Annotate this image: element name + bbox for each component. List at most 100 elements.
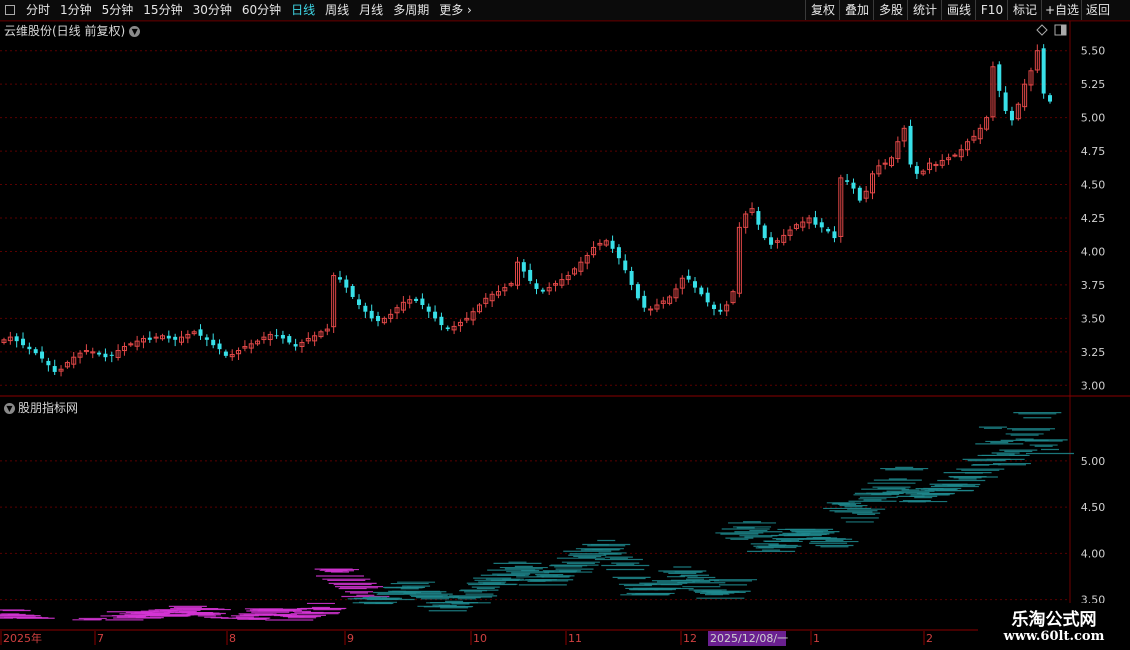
candle[interactable] (756, 206, 761, 230)
candle[interactable] (495, 285, 501, 299)
candle[interactable] (236, 347, 242, 361)
candle[interactable] (147, 331, 152, 343)
candle[interactable] (166, 330, 171, 343)
candle[interactable] (312, 331, 318, 347)
candle[interactable] (198, 324, 203, 340)
candle[interactable] (616, 244, 621, 265)
diamond-icon[interactable] (1036, 24, 1048, 36)
candle[interactable] (115, 344, 121, 361)
candle[interactable] (736, 222, 742, 298)
candle[interactable] (793, 222, 799, 231)
candle[interactable] (439, 312, 444, 331)
candle[interactable] (667, 294, 673, 306)
candle[interactable] (90, 347, 96, 359)
candle[interactable] (762, 223, 767, 241)
candle[interactable] (223, 349, 228, 358)
candle[interactable] (1009, 106, 1014, 126)
candle[interactable] (730, 289, 736, 305)
candle[interactable] (787, 225, 793, 241)
candle[interactable] (27, 342, 32, 355)
candle[interactable] (299, 339, 305, 353)
candle[interactable] (508, 281, 514, 288)
candle[interactable] (914, 161, 919, 180)
candle[interactable] (743, 210, 749, 234)
candle[interactable] (826, 226, 831, 234)
candle[interactable] (699, 285, 704, 297)
candle[interactable] (58, 365, 64, 377)
candle[interactable] (153, 332, 159, 343)
candle[interactable] (781, 229, 787, 246)
candle[interactable] (464, 312, 470, 324)
candle[interactable] (1022, 78, 1028, 111)
candle[interactable] (971, 130, 977, 144)
candle[interactable] (433, 305, 438, 322)
candle[interactable] (1, 337, 7, 345)
candle[interactable] (388, 309, 394, 323)
candle[interactable] (769, 232, 774, 249)
candle[interactable] (109, 351, 114, 363)
candle[interactable] (882, 158, 888, 170)
candle[interactable] (889, 155, 895, 168)
candle[interactable] (908, 119, 913, 168)
candle[interactable] (749, 202, 755, 216)
candle[interactable] (318, 329, 324, 339)
candle[interactable] (46, 357, 51, 372)
candle[interactable] (534, 279, 539, 295)
candle[interactable] (597, 239, 603, 251)
candle[interactable] (483, 293, 489, 308)
candle[interactable] (660, 296, 666, 309)
candle[interactable] (642, 290, 647, 312)
candle[interactable] (578, 256, 584, 276)
candle[interactable] (1034, 44, 1040, 74)
candle[interactable] (140, 335, 146, 349)
candle[interactable] (445, 325, 450, 332)
candle[interactable] (584, 252, 590, 270)
candle[interactable] (267, 331, 273, 346)
candle[interactable] (229, 349, 235, 361)
candle[interactable] (173, 333, 178, 347)
candle[interactable] (686, 269, 691, 283)
candle[interactable] (876, 159, 882, 177)
candle[interactable] (838, 174, 844, 243)
candle[interactable] (806, 214, 812, 230)
candle[interactable] (832, 226, 837, 243)
candle[interactable] (939, 154, 945, 169)
candle[interactable] (920, 169, 926, 176)
candle[interactable] (21, 332, 26, 349)
candle[interactable] (800, 216, 806, 232)
candle[interactable] (895, 136, 901, 163)
chart-area[interactable]: 3.00 3.25 3.50 3.75 4.00 4.25 4.50 4.75 5.00 5.25… (0, 0, 1130, 650)
candle[interactable] (40, 346, 45, 363)
candle[interactable] (654, 298, 660, 313)
candle[interactable] (845, 173, 850, 185)
candle[interactable] (159, 333, 165, 341)
candle[interactable] (337, 270, 342, 283)
candle[interactable] (363, 302, 368, 318)
candle[interactable] (426, 303, 431, 318)
candle[interactable] (673, 283, 679, 302)
candle[interactable] (965, 138, 971, 157)
candle[interactable] (528, 263, 533, 284)
candle[interactable] (331, 272, 337, 333)
candle[interactable] (357, 294, 362, 310)
panel-toggle-icon[interactable] (1054, 24, 1067, 36)
candle[interactable] (128, 341, 134, 347)
candle[interactable] (705, 287, 710, 307)
candle[interactable] (946, 153, 952, 165)
candle[interactable] (476, 302, 482, 314)
candle[interactable] (635, 282, 640, 301)
candle[interactable] (470, 307, 476, 326)
candle[interactable] (521, 259, 526, 278)
candle[interactable] (369, 304, 374, 322)
candle[interactable] (540, 287, 545, 294)
candle[interactable] (242, 340, 248, 352)
candle[interactable] (546, 282, 552, 295)
candle[interactable] (248, 339, 254, 354)
candle[interactable] (121, 342, 127, 356)
candle[interactable] (857, 185, 862, 203)
candle[interactable] (863, 186, 869, 203)
candle[interactable] (457, 319, 463, 332)
candle[interactable] (191, 329, 197, 336)
candle[interactable] (933, 161, 939, 172)
candle[interactable] (692, 277, 697, 293)
